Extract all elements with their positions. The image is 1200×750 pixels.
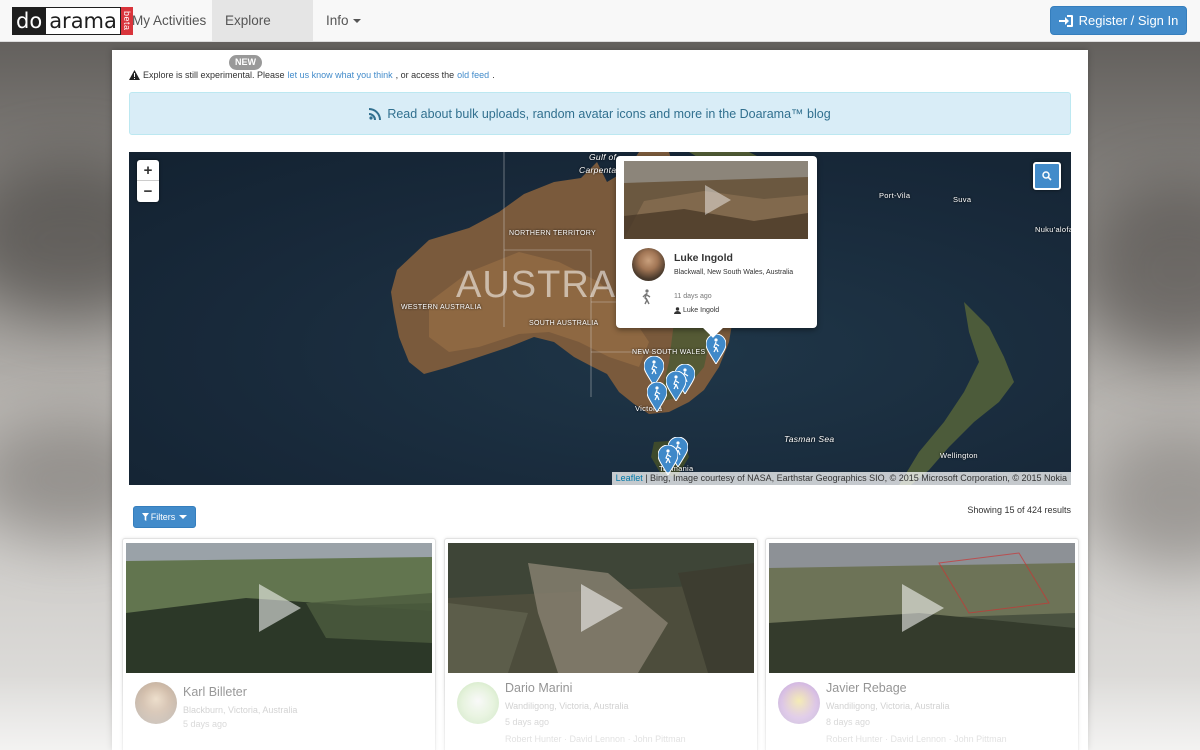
- results-count: Showing 15 of 424 results: [967, 505, 1071, 515]
- logo-do: do: [12, 7, 47, 35]
- card-video-thumbnail[interactable]: [448, 543, 754, 673]
- walking-icon: [642, 289, 651, 305]
- card-avatar[interactable]: [135, 682, 177, 724]
- nav-info-dropdown[interactable]: Info: [313, 0, 374, 41]
- card-location: Wandiligong, Victoria, Australia: [826, 701, 950, 711]
- filters-dropdown-button[interactable]: Filters: [133, 506, 196, 528]
- card-video-thumbnail[interactable]: [126, 543, 432, 673]
- caret-down-icon: [179, 515, 188, 519]
- filters-label: Filters: [150, 512, 176, 522]
- explore-panel: Explore is still experimental. Please le…: [112, 50, 1088, 750]
- play-icon: [902, 584, 944, 632]
- activity-marker[interactable]: [658, 445, 678, 475]
- card-age: 8 days ago: [826, 717, 871, 727]
- map-label-port-vila: Port-Vila: [879, 191, 911, 200]
- nav-my-activities[interactable]: My Activities: [119, 0, 219, 41]
- experimental-notice: Explore is still experimental. Please le…: [129, 70, 495, 80]
- doarama-logo[interactable]: do arama beta: [12, 7, 133, 35]
- notice-prefix: Explore is still experimental. Please: [143, 70, 285, 80]
- card-age: 5 days ago: [183, 719, 228, 729]
- blog-banner-text: Read about bulk uploads, random avatar i…: [387, 106, 831, 121]
- activity-popup[interactable]: Luke Ingold Blackwall, New South Wales, …: [616, 156, 817, 338]
- register-sign-in-button[interactable]: Register / Sign In: [1050, 6, 1187, 35]
- play-icon: [705, 185, 731, 215]
- map-label-western-australia: Western Australia: [401, 304, 482, 311]
- old-feed-link[interactable]: old feed: [457, 70, 489, 80]
- map-zoom-control: + −: [137, 160, 159, 202]
- zoom-out-button[interactable]: −: [137, 181, 159, 202]
- notice-suffix: .: [492, 70, 495, 80]
- zoom-in-button[interactable]: +: [137, 160, 159, 181]
- warning-icon: [129, 70, 140, 80]
- card-participants: Robert Hunter · David Lennon · John Pitt…: [505, 734, 686, 744]
- register-sign-in-label: Register / Sign In: [1078, 13, 1179, 28]
- card-avatar[interactable]: [778, 682, 820, 724]
- popup-avatar[interactable]: [632, 248, 665, 281]
- activity-map[interactable]: AUSTRALIA Gulf of Carpentaria Northern T…: [129, 152, 1071, 485]
- card-avatar[interactable]: [457, 682, 499, 724]
- card-age: 5 days ago: [505, 717, 550, 727]
- nav-explore-label: Explore: [225, 13, 271, 28]
- card-video-thumbnail[interactable]: [769, 543, 1075, 673]
- navbar: do arama beta My Activities Explore NEW I…: [0, 0, 1200, 70]
- nav-explore[interactable]: Explore NEW: [212, 0, 313, 70]
- map-label-gulf: Gulf of: [589, 152, 617, 162]
- popup-video-thumbnail[interactable]: [624, 161, 808, 239]
- feedback-link[interactable]: let us know what you think: [288, 70, 393, 80]
- map-label-nsw: New South Wales: [632, 349, 706, 356]
- popup-participant-name: Luke Ingold: [683, 307, 720, 314]
- leaflet-link[interactable]: Leaflet: [616, 473, 643, 483]
- user-icon: [674, 307, 681, 314]
- card-user-name[interactable]: Karl Billeter: [183, 685, 247, 699]
- activity-marker[interactable]: [706, 334, 726, 364]
- map-label-south-australia: South Australia: [529, 320, 599, 327]
- card-location: Wandiligong, Victoria, Australia: [505, 701, 629, 711]
- map-search-button[interactable]: [1033, 162, 1061, 190]
- sign-in-icon: [1058, 14, 1073, 27]
- new-badge: NEW: [229, 55, 262, 70]
- map-label-nukualofa: Nuku'alofa: [1035, 225, 1071, 234]
- card-participants: Robert Hunter · David Lennon · John Pitt…: [826, 734, 1007, 744]
- attribution-text: | Bing, Image courtesy of NASA, Earthsta…: [642, 473, 1067, 483]
- activity-marker[interactable]: [666, 371, 686, 401]
- blog-banner[interactable]: Read about bulk uploads, random avatar i…: [129, 92, 1071, 135]
- map-label-wellington: Wellington: [940, 451, 978, 460]
- nav-my-activities-label: My Activities: [132, 13, 207, 28]
- card-user-name[interactable]: Javier Rebage: [826, 681, 907, 695]
- notice-middle: , or access the: [395, 70, 455, 80]
- map-attribution: Leaflet | Bing, Image courtesy of NASA, …: [611, 472, 1071, 485]
- play-icon: [581, 584, 623, 632]
- rss-icon: [369, 107, 382, 120]
- popup-user-name[interactable]: Luke Ingold: [674, 252, 733, 264]
- search-icon: [1042, 171, 1052, 181]
- map-label-tasman-sea: Tasman Sea: [784, 434, 835, 444]
- logo-arama: arama: [46, 7, 121, 35]
- map-label-northern-territory: Northern Territory: [509, 230, 596, 237]
- popup-age: 11 days ago: [674, 293, 712, 300]
- activity-marker[interactable]: [647, 382, 667, 412]
- activity-card[interactable]: Dario Marini Wandiligong, Victoria, Aust…: [444, 538, 758, 750]
- map-label-suva: Suva: [953, 195, 972, 204]
- activity-card[interactable]: Javier Rebage Wandiligong, Victoria, Aus…: [765, 538, 1079, 750]
- play-icon: [259, 584, 301, 632]
- map-terrain: [391, 152, 1014, 485]
- activity-card[interactable]: Karl Billeter Blackburn, Victoria, Austr…: [122, 538, 436, 750]
- nav-info-label: Info: [326, 13, 349, 28]
- caret-down-icon: [352, 19, 361, 23]
- card-location: Blackburn, Victoria, Australia: [183, 705, 298, 715]
- card-user-name[interactable]: Dario Marini: [505, 681, 572, 695]
- filter-icon: [141, 513, 149, 521]
- popup-participant[interactable]: Luke Ingold: [674, 307, 719, 314]
- popup-location: Blackwall, New South Wales, Australia: [674, 269, 794, 276]
